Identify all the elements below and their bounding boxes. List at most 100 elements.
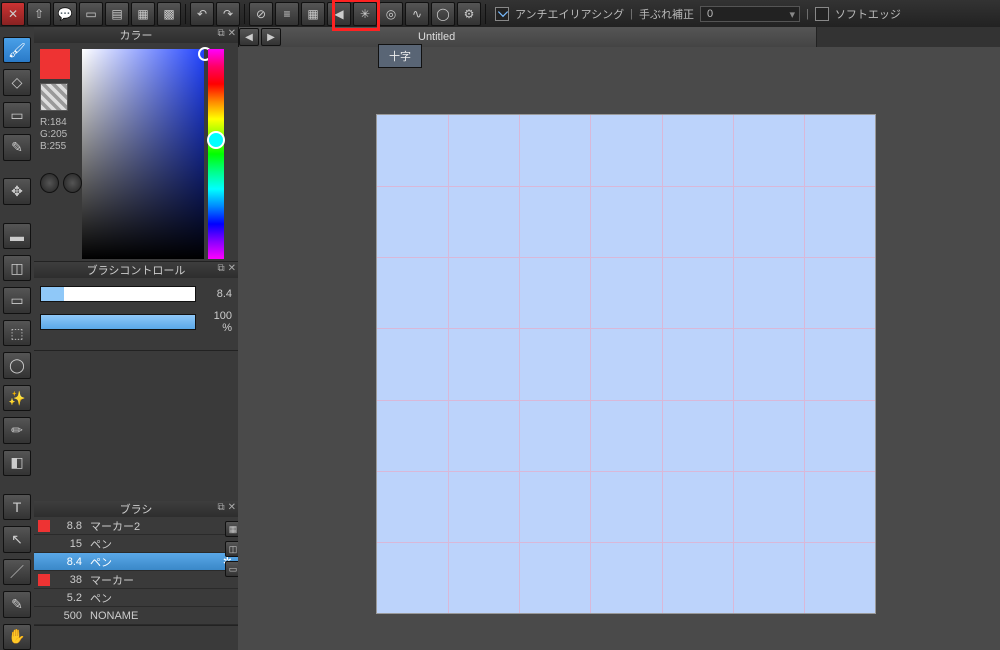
grid-line xyxy=(733,115,734,613)
curve-icon[interactable]: ∿ xyxy=(405,2,429,26)
popout-icon[interactable]: ⧉ xyxy=(217,263,224,274)
move-tool-icon[interactable]: ✥ xyxy=(3,178,31,204)
brush-row[interactable]: 5.2ペン xyxy=(34,589,238,607)
stabilizer-label: 手ぶれ補正 xyxy=(639,6,694,22)
brush-row[interactable]: 500NONAME xyxy=(34,607,238,625)
brush-panel-header: ブラシ ⧉ ✕ xyxy=(34,501,238,517)
spacer xyxy=(4,211,30,217)
line-tool-icon[interactable]: ／ xyxy=(3,559,31,585)
vanishing-icon[interactable]: ◀ xyxy=(327,2,351,26)
pointer-tool-icon[interactable]: ↖ xyxy=(3,526,31,552)
wheel-icon[interactable] xyxy=(63,173,82,193)
softedge-checkbox[interactable] xyxy=(815,7,829,21)
background-swatch[interactable] xyxy=(40,83,68,111)
comment-icon[interactable]: 💬 xyxy=(53,2,77,26)
brush-row[interactable]: 38 マーカー xyxy=(34,571,238,589)
document-icon[interactable]: ▤ xyxy=(105,2,129,26)
panel-title: ブラシ xyxy=(120,501,153,517)
brush-add-icon[interactable]: ▦ xyxy=(225,521,239,537)
brush-size: 8.8 xyxy=(54,520,82,532)
rect-select-icon[interactable]: ▬ xyxy=(3,223,31,249)
opacity-slider[interactable] xyxy=(40,314,196,330)
grid-toggle-icon[interactable]: ▩ xyxy=(157,2,181,26)
brush-row[interactable]: 8.8マーカー2 xyxy=(34,517,238,535)
fill-tool-icon[interactable]: ✎ xyxy=(3,134,31,160)
popout-icon[interactable]: ⧉ xyxy=(217,502,224,513)
canvas-area[interactable] xyxy=(238,47,1000,650)
separator xyxy=(485,4,486,24)
stabilizer-dropdown[interactable]: 0 xyxy=(700,6,800,22)
crosshatch-icon[interactable]: ▦ xyxy=(301,2,325,26)
softedge-label: ソフトエッジ xyxy=(835,6,901,22)
panel-title: ブラシコントロール xyxy=(87,262,186,278)
close-icon[interactable]: ✕ xyxy=(1,2,25,26)
top-toolbar: ✕ ⇧ 💬 ▭ ▤ ▦ ▩ ↶ ↷ ⊘ ≡ ▦ ◀ ✳ ◎ ∿ ◯ ⚙ アンチエ… xyxy=(0,0,1000,28)
separator xyxy=(185,4,186,24)
transform-icon[interactable]: ◫ xyxy=(3,255,31,281)
rgb-readout: R:184 G:205 B:255 xyxy=(40,117,82,153)
pen-tool-icon[interactable]: ✏ xyxy=(3,417,31,443)
spacer xyxy=(4,167,30,173)
text-tool-icon[interactable]: T xyxy=(3,494,31,520)
spacer xyxy=(4,482,30,488)
brush-row[interactable]: 15ペン xyxy=(34,535,238,553)
tab-next-icon[interactable]: ▶ xyxy=(261,28,281,46)
shape-tool-icon[interactable]: ▭ xyxy=(3,102,31,128)
brush-name: ペン xyxy=(90,590,112,606)
brush-del-icon[interactable]: ▭ xyxy=(225,561,239,577)
brush-tool-icon[interactable]: 🖌 xyxy=(3,37,31,63)
grid-line xyxy=(519,115,520,613)
undo-icon[interactable]: ↶ xyxy=(190,2,214,26)
close-panel-icon[interactable]: ✕ xyxy=(228,28,236,39)
size-slider[interactable] xyxy=(40,286,196,302)
grid-line xyxy=(377,542,875,543)
close-panel-icon[interactable]: ✕ xyxy=(228,263,236,274)
settings-icon[interactable]: ⚙ xyxy=(457,2,481,26)
brush-row[interactable]: 8.4ペン✲ xyxy=(34,553,238,571)
tab-prev-icon[interactable]: ◀ xyxy=(239,28,259,46)
document-tab[interactable]: Untitled xyxy=(238,27,817,47)
rgb-b: B:255 xyxy=(40,141,82,153)
eyedropper-icon[interactable]: ✎ xyxy=(3,591,31,617)
hand-tool-icon[interactable]: ✋ xyxy=(3,624,31,650)
hue-slider[interactable] xyxy=(208,49,224,259)
tool-column: 🖌 ◇ ▭ ✎ ✥ ▬ ◫ ▭ ⬚ ◯ ✨ ✏ ◧ T ↖ ／ ✎ ✋ xyxy=(0,27,35,650)
eraser-tool-icon[interactable]: ◇ xyxy=(3,69,31,95)
radial-icon[interactable]: ✳ xyxy=(353,2,377,26)
brush-panel: ブラシ ⧉ ✕ 8.8マーカー215ペン8.4ペン✲ 38 マーカー5.2ペン500N… xyxy=(34,501,238,626)
palette-icon[interactable] xyxy=(40,173,59,193)
foreground-swatch[interactable] xyxy=(40,49,70,79)
concentric-icon[interactable]: ◎ xyxy=(379,2,403,26)
brush-name: NONAME xyxy=(90,610,138,622)
brush-size: 38 xyxy=(54,574,82,586)
antialias-checkbox[interactable] xyxy=(495,7,509,21)
sv-picker[interactable] xyxy=(82,49,204,259)
note-icon[interactable]: ▭ xyxy=(79,2,103,26)
brush-swatch xyxy=(38,556,50,568)
close-panel-icon[interactable]: ✕ xyxy=(228,502,236,513)
wand-icon[interactable]: ✨ xyxy=(3,385,31,411)
panels-icon[interactable]: ▦ xyxy=(131,2,155,26)
tab-buttons: ◀ ▶ xyxy=(238,27,282,47)
gradient-tool-icon[interactable]: ▭ xyxy=(3,287,31,313)
panel-title: カラー xyxy=(120,27,153,43)
erase2-icon[interactable]: ◧ xyxy=(3,450,31,476)
upload-icon[interactable]: ⇧ xyxy=(27,2,51,26)
document-canvas[interactable] xyxy=(376,114,876,614)
marquee-icon[interactable]: ⬚ xyxy=(3,320,31,346)
panel-column: カラー ⧉✕ R:184 G:205 B:255 ブラ xyxy=(34,27,239,650)
redo-icon[interactable]: ↷ xyxy=(216,2,240,26)
lasso-icon[interactable]: ◯ xyxy=(3,352,31,378)
brush-name: マーカー xyxy=(90,572,134,588)
brush-swatch xyxy=(38,592,50,604)
grid-line xyxy=(377,400,875,401)
ellipse-ruler-icon[interactable]: ◯ xyxy=(431,2,455,26)
swatch-column: R:184 G:205 B:255 xyxy=(34,43,82,261)
brush-dup-icon[interactable]: ◫ xyxy=(225,541,239,557)
popout-icon[interactable]: ⧉ xyxy=(217,28,224,39)
grid-line xyxy=(377,471,875,472)
parallel-lines-icon[interactable]: ≡ xyxy=(275,2,299,26)
nodraw-icon[interactable]: ⊘ xyxy=(249,2,273,26)
color-panel-header: カラー ⧉ ✕ xyxy=(34,27,238,43)
separator xyxy=(244,4,245,24)
